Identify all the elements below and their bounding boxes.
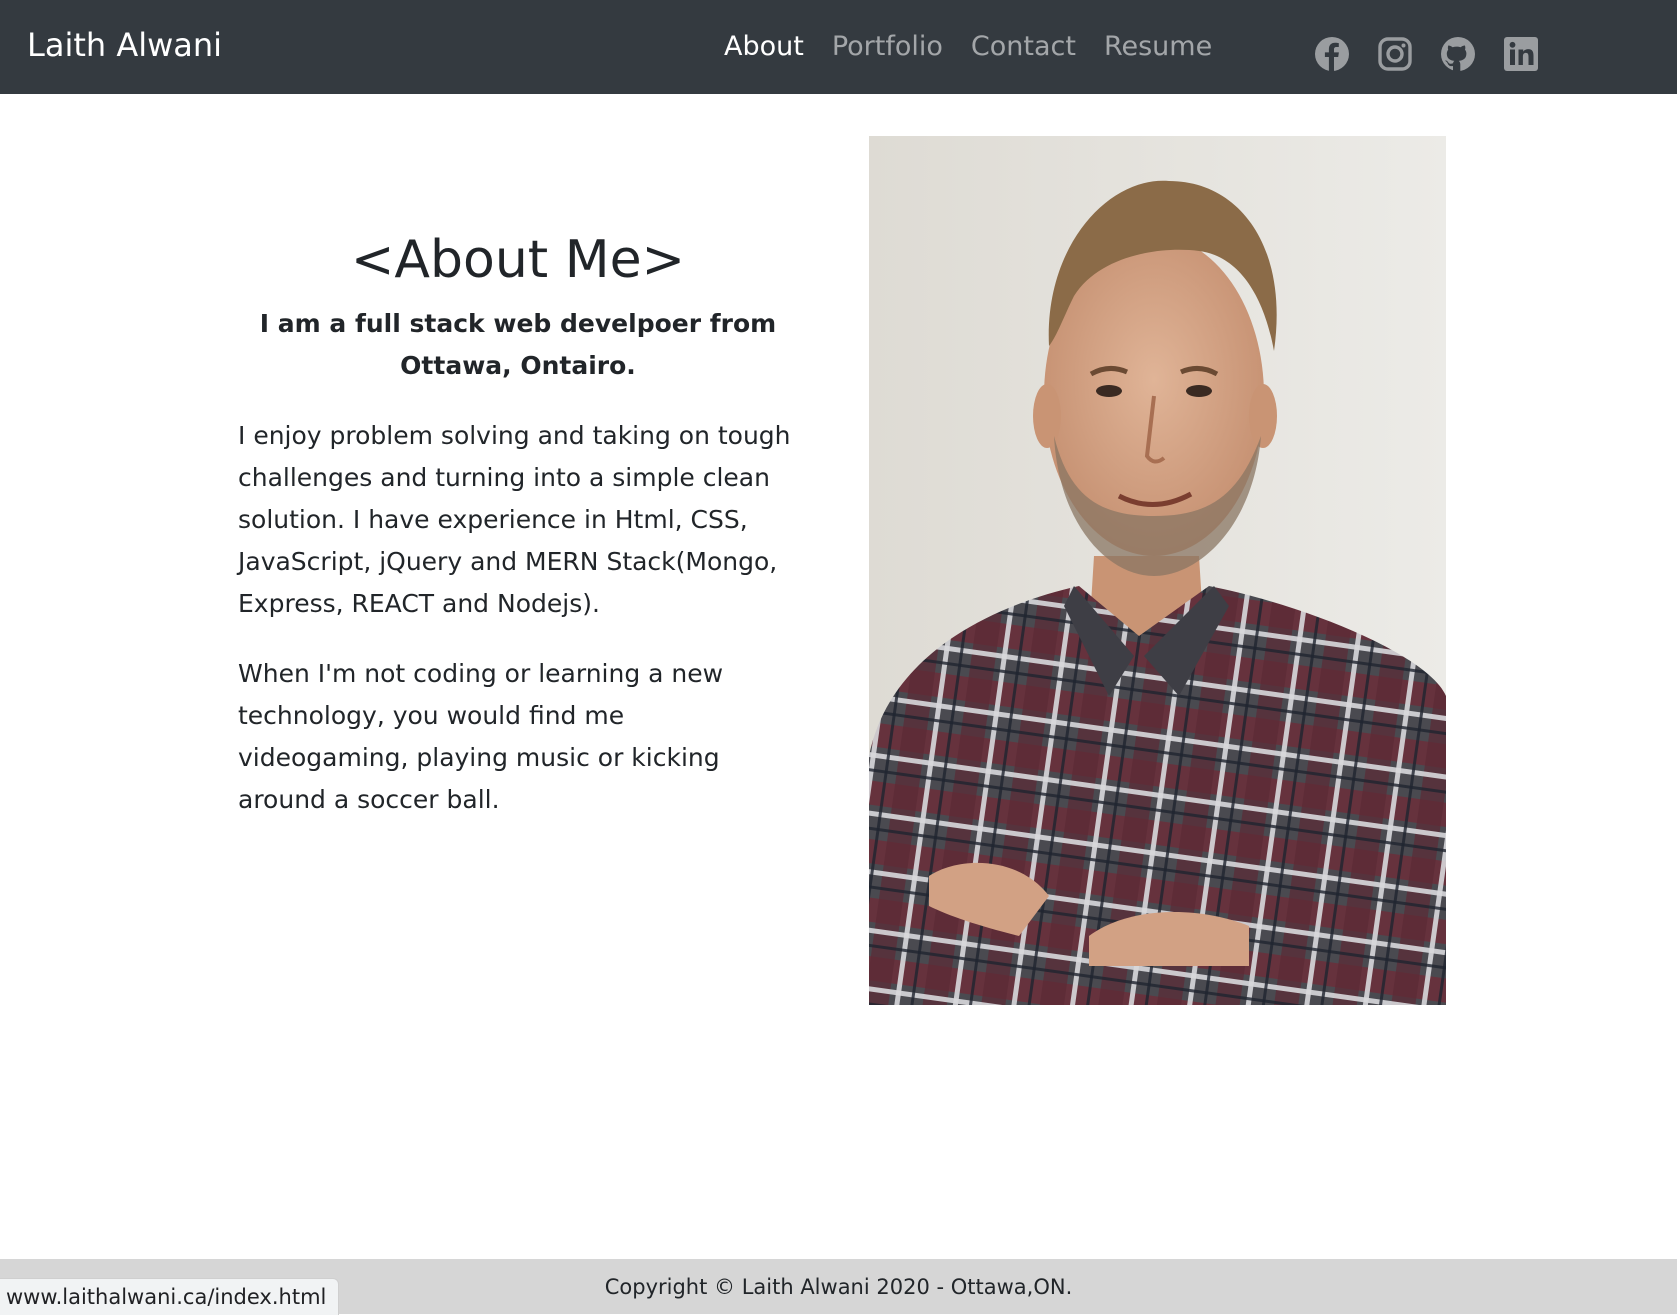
main-nav: About Portfolio Contact Resume xyxy=(724,24,1212,70)
social-links xyxy=(1314,36,1539,72)
profile-photo xyxy=(869,136,1446,1005)
nav-link-about[interactable]: About xyxy=(724,24,804,70)
about-lead: I am a full stack web develpoer from Ott… xyxy=(259,309,777,380)
navbar: Laith Alwani About Portfolio Contact Res… xyxy=(0,0,1677,94)
nav-link-resume[interactable]: Resume xyxy=(1104,24,1212,70)
brand-name[interactable]: Laith Alwani xyxy=(27,22,222,68)
instagram-icon[interactable] xyxy=(1377,36,1413,72)
linkedin-icon[interactable] xyxy=(1503,36,1539,72)
about-text: <About Me> I am a full stack web develpo… xyxy=(238,225,798,821)
facebook-icon[interactable] xyxy=(1314,36,1350,72)
status-bar-url: www.laithalwani.ca/index.html xyxy=(0,1278,340,1315)
page-title: <About Me> xyxy=(350,230,686,290)
nav-link-portfolio[interactable]: Portfolio xyxy=(832,24,943,70)
github-icon[interactable] xyxy=(1440,36,1476,72)
about-paragraph: I enjoy problem solving and taking on to… xyxy=(238,421,791,618)
about-paragraph: When I'm not coding or learning a new te… xyxy=(238,659,724,814)
nav-link-contact[interactable]: Contact xyxy=(971,24,1076,70)
